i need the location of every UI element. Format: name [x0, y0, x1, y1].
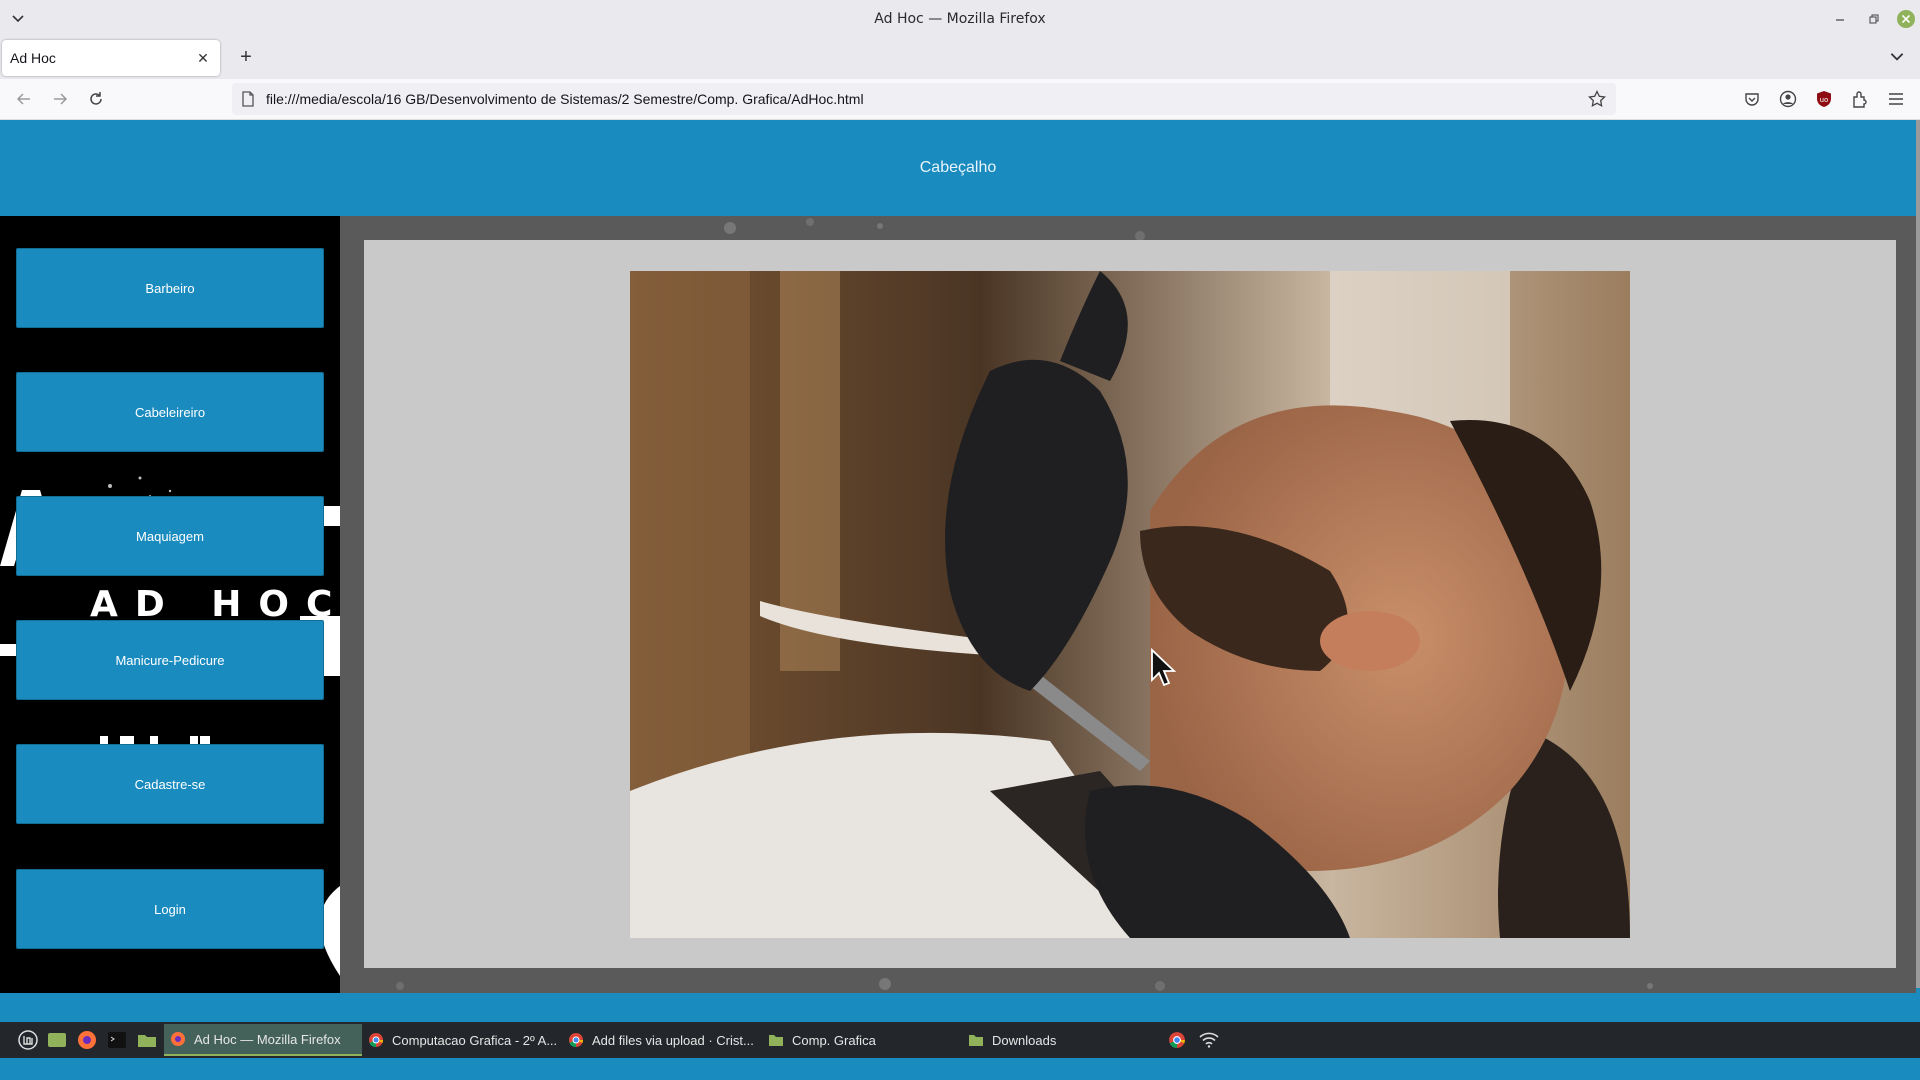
taskbar-window-label: Add files via upload · Crist...: [592, 1032, 754, 1048]
header-text: Cabeçalho: [919, 159, 997, 176]
menu-button-maquiagem[interactable]: Maquiagem: [16, 496, 324, 576]
taskbar-window-firefox[interactable]: Ad Hoc — Mozilla Firefox: [164, 1024, 362, 1056]
taskbar-window-label: Ad Hoc — Mozilla Firefox: [194, 1031, 341, 1047]
barber-shaving-image: [630, 271, 1630, 938]
account-icon[interactable]: [1778, 89, 1798, 109]
url-bar[interactable]: file:///media/escola/16 GB/Desenvolvimen…: [232, 83, 1616, 115]
url-text: file:///media/escola/16 GB/Desenvolvimen…: [266, 91, 864, 107]
list-all-tabs-icon[interactable]: [1888, 47, 1906, 65]
folder-icon: [769, 1035, 783, 1046]
folder-icon: [969, 1035, 983, 1046]
reload-icon[interactable]: [84, 87, 108, 111]
sidebar: AD HOC Barbeiro Cabeleireiro Maquiagem M…: [0, 216, 340, 993]
content-panel: [364, 240, 1896, 968]
bookmark-star-icon[interactable]: [1588, 90, 1606, 108]
page-icon: [242, 91, 254, 107]
taskbar-window-add-files[interactable]: Add files via upload · Crist...: [562, 1024, 762, 1056]
logo-wordmark: AD HOC: [90, 584, 340, 625]
chrome-icon: [569, 1033, 584, 1048]
back-icon[interactable]: [12, 87, 36, 111]
terminal-launcher-icon[interactable]: [105, 1028, 129, 1052]
menu-button-cabeleireiro[interactable]: Cabeleireiro: [16, 372, 324, 452]
show-desktop-icon[interactable]: [45, 1028, 69, 1052]
wifi-icon[interactable]: [1197, 1028, 1221, 1052]
taskbar-window-downloads[interactable]: Downloads: [962, 1024, 1162, 1056]
taskbar-window-label: Comp. Grafica: [792, 1032, 876, 1048]
tab-ad-hoc[interactable]: Ad Hoc ✕: [2, 40, 220, 76]
extensions-icon[interactable]: [1850, 89, 1870, 109]
svg-text:uo: uo: [1820, 96, 1829, 104]
close-window-icon[interactable]: [1896, 9, 1916, 29]
main-content: [340, 216, 1916, 993]
page-scrollbar[interactable]: [1916, 120, 1920, 988]
restore-icon[interactable]: [1864, 9, 1884, 29]
desktop-taskbar: Ad Hoc — Mozilla Firefox Computacao Graf…: [0, 1022, 1920, 1080]
mouse-cursor-icon: [1151, 648, 1176, 687]
taskbar-window-label: Computacao Grafica - 2º A...: [392, 1032, 558, 1048]
taskbar-window-comp-grafica[interactable]: Comp. Grafica: [762, 1024, 962, 1056]
forward-icon[interactable]: [48, 87, 72, 111]
window-title: Ad Hoc — Mozilla Firefox: [874, 10, 1046, 27]
menu-button-manicure-pedicure[interactable]: Manicure-Pedicure: [16, 620, 324, 700]
hamburger-menu-icon[interactable]: [1886, 89, 1906, 109]
mint-menu-icon[interactable]: [16, 1028, 40, 1052]
chevron-down-icon[interactable]: [10, 10, 26, 26]
page-viewport: Cabeçalho AD HOC Barbeiro Cabeleireiro M…: [0, 120, 1916, 1022]
chrome-icon: [369, 1033, 384, 1048]
menu-button-cadastre-se[interactable]: Cadastre-se: [16, 744, 324, 824]
firefox-icon: [171, 1032, 185, 1046]
menu-button-login[interactable]: Login: [16, 869, 324, 949]
page-footer: [0, 993, 1916, 1022]
tab-label: Ad Hoc: [10, 50, 56, 66]
page-header: Cabeçalho: [0, 120, 1916, 216]
taskbar-window-label: Downloads: [992, 1032, 1057, 1048]
window-titlebar: Ad Hoc — Mozilla Firefox: [0, 0, 1920, 37]
minimize-icon[interactable]: [1830, 9, 1850, 29]
files-launcher-icon[interactable]: [135, 1028, 159, 1052]
close-tab-icon[interactable]: ✕: [194, 49, 212, 67]
tab-strip: Ad Hoc ✕ +: [0, 37, 1920, 79]
firefox-launcher-icon[interactable]: [75, 1028, 99, 1052]
pocket-icon[interactable]: [1742, 89, 1762, 109]
taskbar-window-computacao[interactable]: Computacao Grafica - 2º A...: [362, 1024, 562, 1056]
ublock-shield-icon[interactable]: uo: [1814, 89, 1834, 109]
menu-button-barbeiro[interactable]: Barbeiro: [16, 248, 324, 328]
new-tab-icon[interactable]: +: [234, 45, 258, 69]
barber-photo: [630, 271, 1630, 938]
navigation-toolbar: file:///media/escola/16 GB/Desenvolvimen…: [0, 79, 1920, 120]
chrome-tray-icon[interactable]: [1165, 1028, 1189, 1052]
